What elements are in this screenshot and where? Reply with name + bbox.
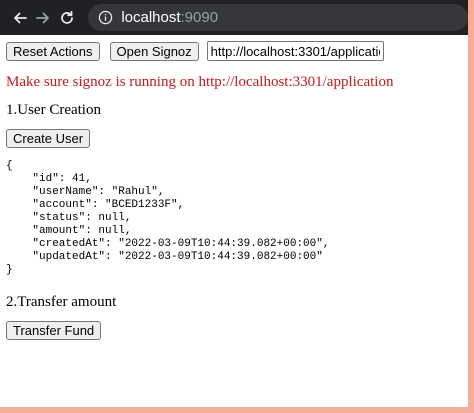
address-bar[interactable]: localhost:9090 bbox=[88, 4, 468, 31]
info-icon[interactable] bbox=[98, 10, 113, 25]
back-arrow-icon[interactable] bbox=[8, 5, 31, 31]
user-response-json: { "id": 41, "userName": "Rahul", "accoun… bbox=[6, 160, 330, 276]
forward-arrow-icon[interactable] bbox=[31, 5, 54, 31]
open-signoz-button[interactable]: Open Signoz bbox=[109, 41, 199, 61]
url-host: localhost bbox=[121, 9, 181, 26]
signoz-url-input[interactable] bbox=[206, 41, 384, 61]
url-port: :9090 bbox=[180, 9, 219, 26]
user-creation-title: 1.User Creation bbox=[6, 102, 101, 118]
screenshot-frame: localhost:9090 Reset Actions Open Signoz… bbox=[0, 0, 474, 413]
create-user-button[interactable]: Create User bbox=[6, 129, 91, 148]
browser-window: localhost:9090 Reset Actions Open Signoz… bbox=[0, 0, 468, 407]
reload-icon[interactable] bbox=[55, 5, 78, 31]
transfer-amount-title: 2.Transfer amount bbox=[6, 294, 117, 310]
browser-toolbar: localhost:9090 bbox=[0, 0, 468, 35]
warning-message: Make sure signoz is running on http://lo… bbox=[6, 74, 394, 90]
transfer-fund-button[interactable]: Transfer Fund bbox=[6, 321, 102, 340]
reset-actions-button[interactable]: Reset Actions bbox=[6, 41, 100, 61]
page-content: Reset Actions Open Signoz Make sure sign… bbox=[0, 35, 468, 340]
action-row: Reset Actions Open Signoz bbox=[6, 41, 462, 61]
